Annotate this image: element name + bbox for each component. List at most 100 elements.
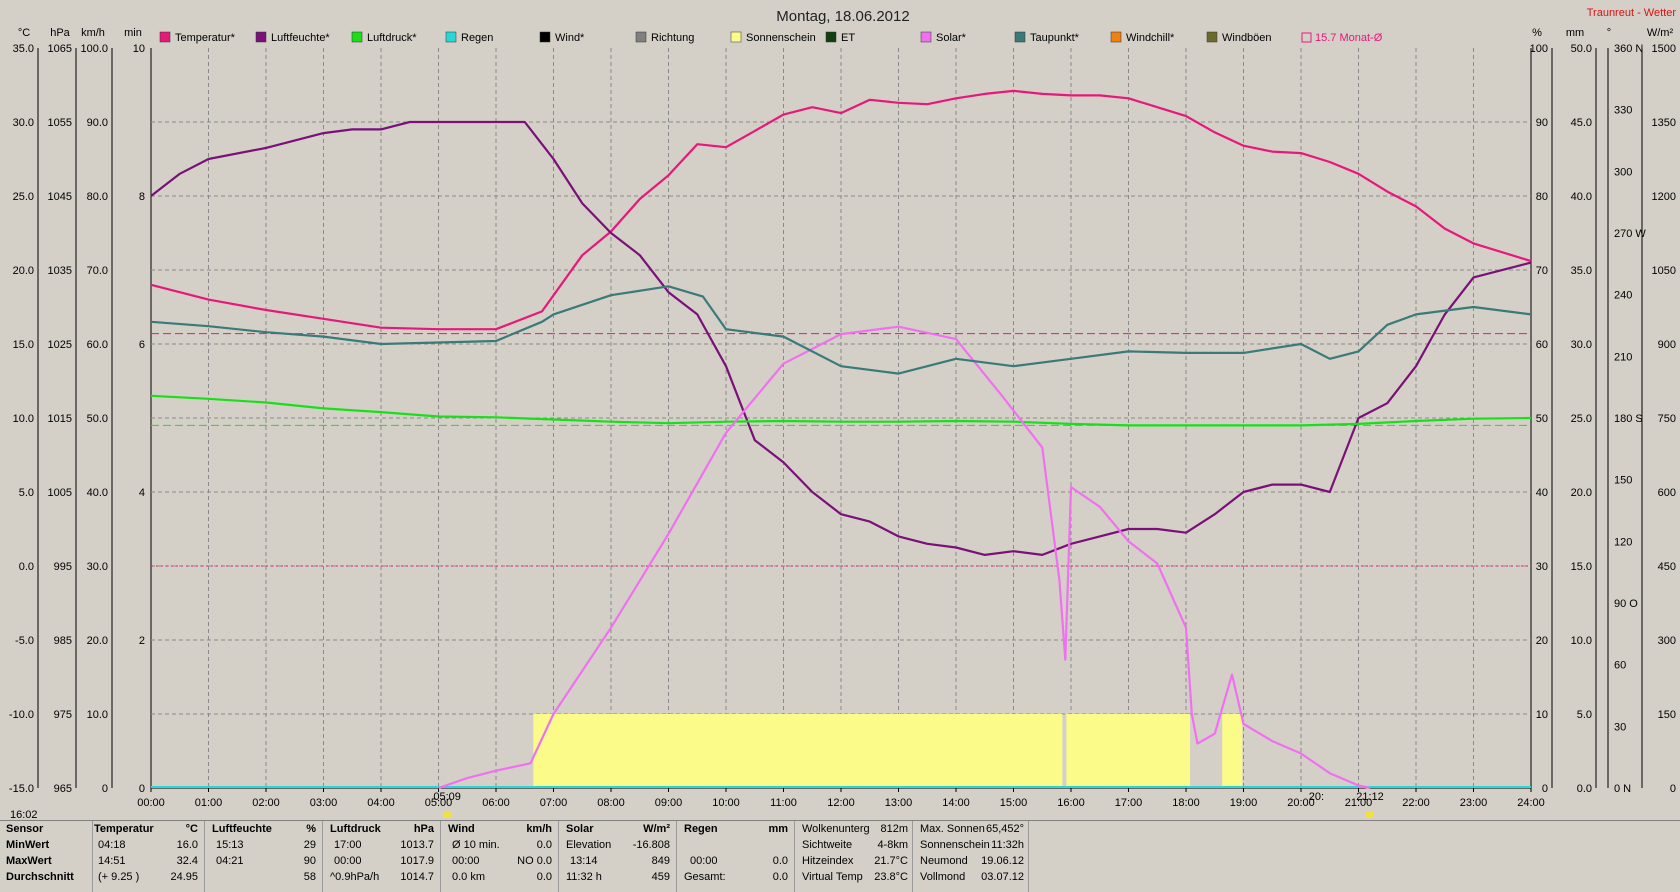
- axis-unit: km/h: [81, 27, 105, 39]
- legend-swatch: [159, 31, 171, 43]
- humidity-axis-label: 10: [1536, 709, 1548, 721]
- x-axis-label: 02:00: [252, 797, 280, 809]
- legend-label: Wind*: [555, 32, 585, 44]
- temp-axis-label: 25.0: [13, 191, 34, 203]
- direction-axis-label: 150: [1614, 475, 1632, 487]
- solar-axis-label: 600: [1658, 487, 1676, 499]
- legend-swatch: [920, 31, 932, 43]
- solar-axis-label: 750: [1658, 413, 1676, 425]
- divider: [558, 821, 559, 892]
- solar-axis-label: 300: [1658, 635, 1676, 647]
- direction-axis-label: 300: [1614, 166, 1632, 178]
- rain-axis-label: 25.0: [1571, 413, 1592, 425]
- solar-elevation: -16.808: [632, 839, 670, 851]
- humidity-axis-label: 40: [1536, 487, 1548, 499]
- solar-axis-label: 1050: [1652, 265, 1676, 277]
- regen-total: 0.0: [772, 871, 788, 883]
- direction-axis-label: 240: [1614, 290, 1632, 302]
- axis-unit: mm: [1566, 27, 1584, 39]
- x-axis-label: 01:00: [195, 797, 223, 809]
- wind-axis-label: 20.0: [87, 635, 108, 647]
- sunset-label-a: 20:: [1309, 791, 1324, 803]
- misc-label: Virtual Temp: [802, 871, 863, 883]
- luftfeuchte-avg: 58: [303, 871, 316, 883]
- rain-axis-label: 5.0: [1577, 709, 1592, 721]
- minutes-axis-label: 6: [139, 339, 145, 351]
- solar-max: 849: [651, 855, 670, 867]
- legend-label: Luftfeuchte*: [271, 32, 330, 44]
- x-axis-label: 23:00: [1460, 797, 1488, 809]
- divider: [1028, 821, 1029, 892]
- luftfeuchte-min-time: 15:13: [216, 839, 244, 851]
- temp-axis-label: 30.0: [13, 117, 34, 129]
- x-axis-label: 09:00: [655, 797, 683, 809]
- x-axis-label: 03:00: [310, 797, 338, 809]
- x-axis-label: 19:00: [1230, 797, 1258, 809]
- divider: [912, 821, 913, 892]
- regen-header: Regen: [684, 823, 718, 835]
- sunshine-bar: [533, 714, 1063, 788]
- pressure-axis-label: 1015: [48, 413, 72, 425]
- site-label: Traunreut - Wetter: [1587, 7, 1677, 19]
- solar-elevation-label: Elevation: [566, 839, 612, 851]
- axis-unit: °: [1607, 27, 1611, 39]
- luftfeuchte-max: 90: [303, 855, 316, 867]
- temperatur-header: Temperatur: [94, 823, 154, 835]
- temp-axis-label: 10.0: [13, 413, 34, 425]
- minutes-axis-label: 2: [139, 635, 145, 647]
- legend-swatch: [255, 31, 267, 43]
- divider: [440, 821, 441, 892]
- x-axis-label: 16:00: [1057, 797, 1085, 809]
- astro-label: Max. Sonnen: [920, 823, 985, 835]
- stats-luftfeuchte: Luftfeuchte % 15:13 29 04:21 90 58: [212, 823, 318, 891]
- x-axis-label: 10:00: [712, 797, 740, 809]
- luftfeuchte-min: 29: [303, 839, 316, 851]
- pressure-axis-label: 1005: [48, 487, 72, 499]
- humidity-axis-label: 60: [1536, 339, 1548, 351]
- rain-axis-label: 50.0: [1571, 43, 1592, 55]
- regen-total-label: Gesamt:: [684, 871, 726, 883]
- humidity-axis-label: 70: [1536, 265, 1548, 277]
- x-axis-label: 17:00: [1115, 797, 1143, 809]
- direction-axis-label: 60: [1614, 660, 1626, 672]
- x-axis-label: 14:00: [942, 797, 970, 809]
- solar-avg: 459: [651, 871, 670, 883]
- stats-astro: Max. Sonnen 65,452° Sonnenschein 11:32h …: [920, 823, 1024, 891]
- pressure-axis-label: 985: [54, 635, 72, 647]
- temperatur-unit: °C: [185, 823, 198, 835]
- rain-axis-label: 15.0: [1571, 561, 1592, 573]
- direction-axis-label: 90 O: [1614, 598, 1638, 610]
- legend-label: Solar*: [936, 32, 967, 44]
- row-label-min: MinWert: [6, 839, 50, 851]
- wind-axis-label: 100.0: [80, 43, 108, 55]
- sunshine-bars: [533, 714, 1243, 788]
- x-axis-label: 00:00: [137, 797, 165, 809]
- solar-axis-label: 1500: [1652, 43, 1676, 55]
- pressure-axis-label: 1065: [48, 43, 72, 55]
- pressure-axis-label: 1045: [48, 191, 72, 203]
- rain-axis-label: 30.0: [1571, 339, 1592, 351]
- solar-axis-label: 1200: [1652, 191, 1676, 203]
- humidity-axis-label: 0: [1542, 783, 1548, 795]
- humidity-axis-label: 20: [1536, 635, 1548, 647]
- temp-axis-label: 5.0: [19, 487, 34, 499]
- sunrise-label: 05:09: [433, 791, 461, 803]
- temp-axis-label: 0.0: [19, 561, 34, 573]
- x-axis-label: 07:00: [540, 797, 568, 809]
- direction-axis-label: 0 N: [1614, 783, 1631, 795]
- pressure-axis-label: 1055: [48, 117, 72, 129]
- x-axis-label: 13:00: [885, 797, 913, 809]
- x-axis-label: 12:00: [827, 797, 855, 809]
- legend-swatch: [445, 31, 457, 43]
- solar-header: Solar: [566, 823, 594, 835]
- legend-label: Windböen: [1222, 32, 1272, 44]
- rain-axis-label: 20.0: [1571, 487, 1592, 499]
- misc-label: Hitzeindex: [802, 855, 854, 867]
- temperatur-min: 16.0: [176, 839, 198, 851]
- legend-label: Richtung: [651, 32, 694, 44]
- astro-label: Vollmond: [920, 871, 966, 883]
- astro-value: 11:32h: [991, 839, 1024, 851]
- legend-label-avg: 15.7 Monat-Ø: [1315, 32, 1383, 44]
- astro-value: 19.06.12: [981, 855, 1024, 867]
- solar-axis-label: 0: [1670, 783, 1676, 795]
